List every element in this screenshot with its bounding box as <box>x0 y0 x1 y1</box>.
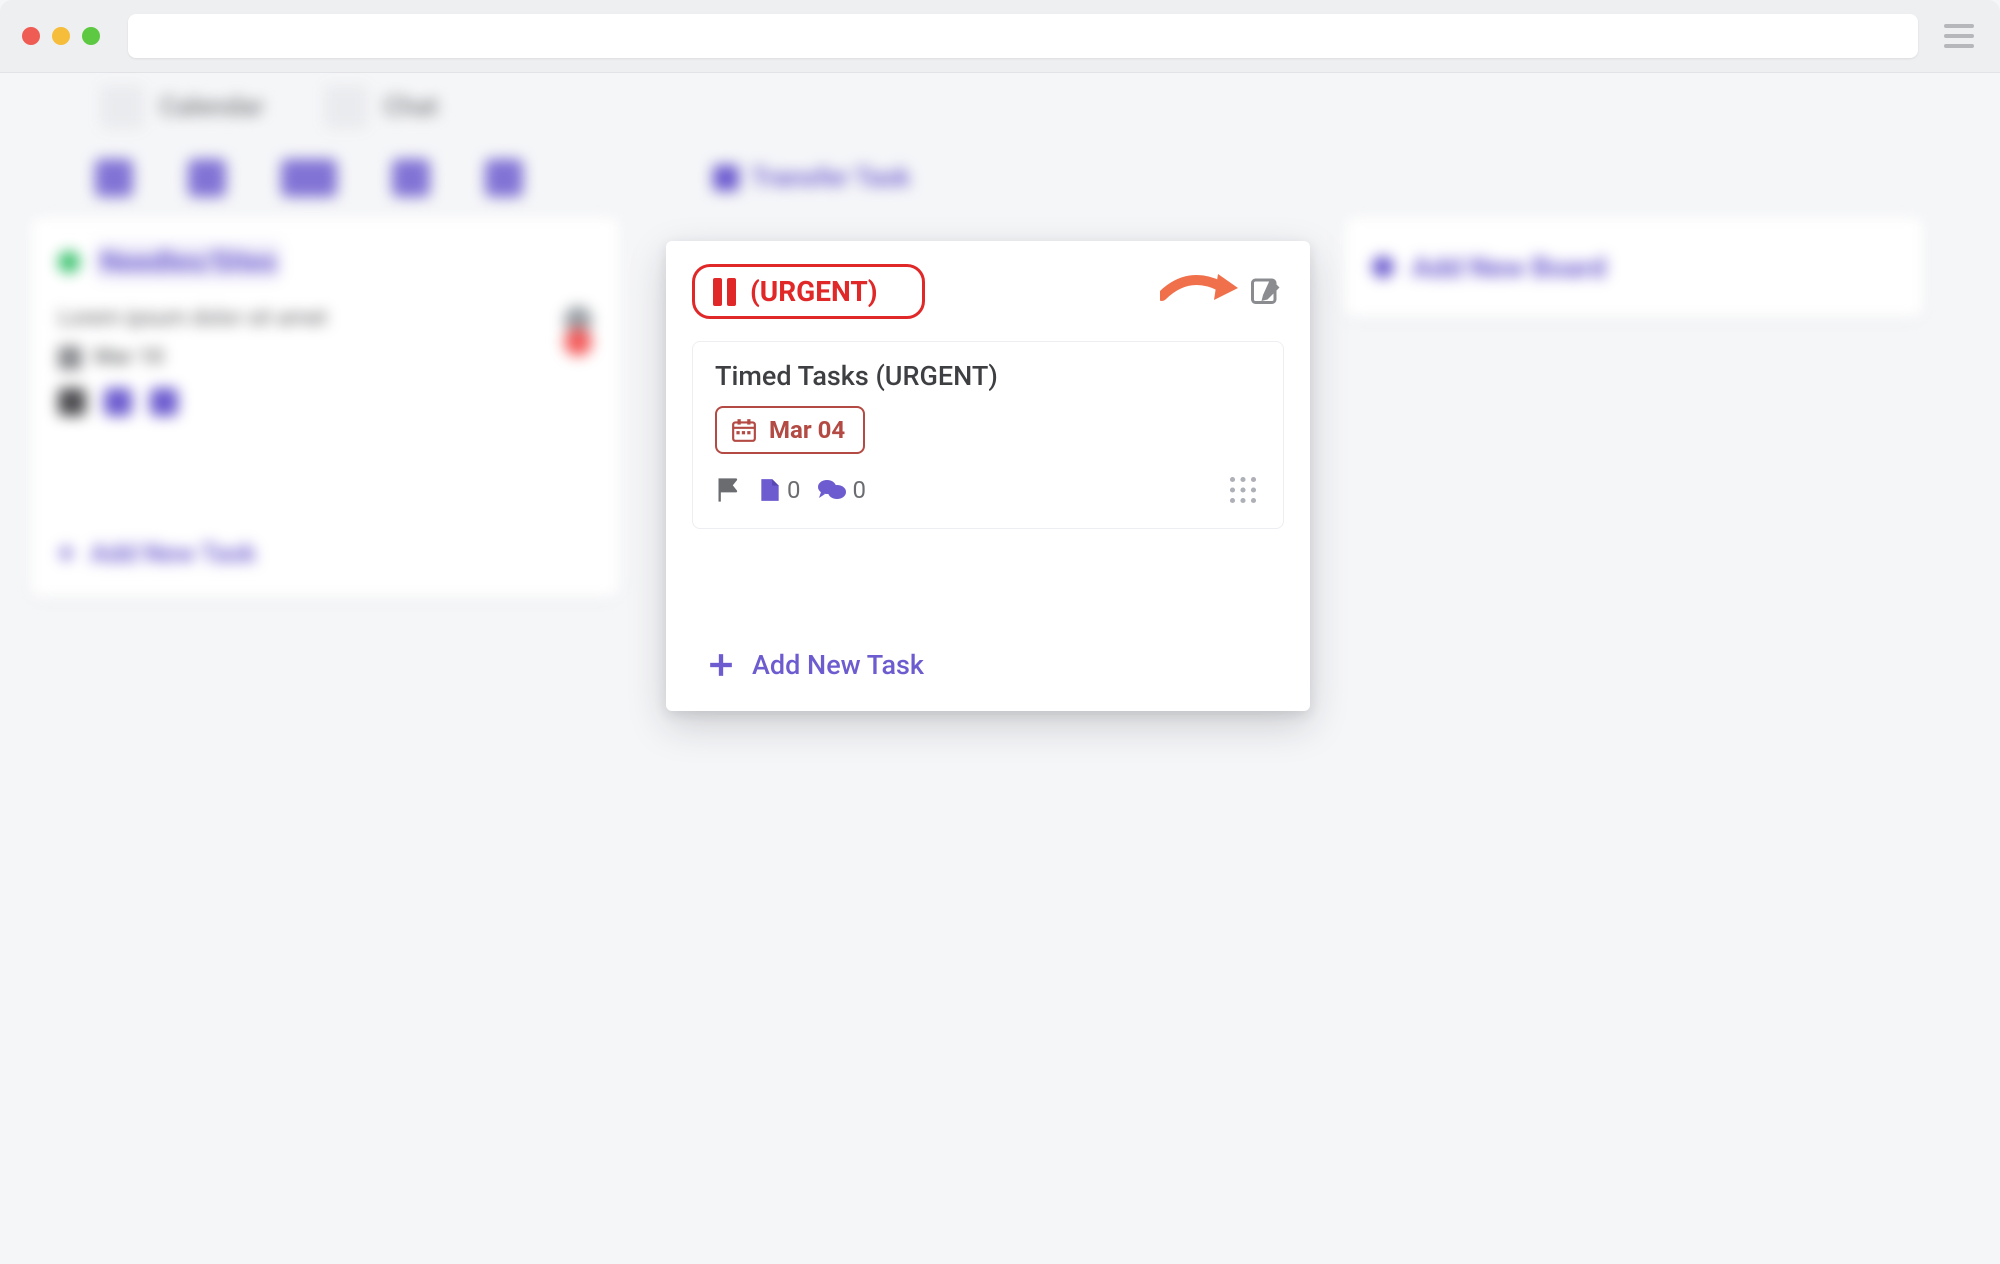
drag-handle[interactable] <box>1225 472 1261 508</box>
edit-icon <box>1248 274 1284 310</box>
board-header-blurred[interactable]: Needles/Sites <box>58 243 592 280</box>
add-new-board-button[interactable]: Add New Board <box>1372 251 1606 284</box>
toolbar-button-3[interactable] <box>281 159 337 197</box>
flag-icon <box>715 476 743 504</box>
plus-circle-icon <box>1372 256 1394 278</box>
hamburger-menu-button[interactable] <box>1940 17 1978 55</box>
comment-icon-blurred <box>150 388 178 416</box>
add-board-label: Add New Board <box>1412 251 1606 284</box>
nav-item-calendar[interactable]: Calendar <box>100 85 264 129</box>
nav-calendar-label: Calendar <box>160 92 264 122</box>
task-text-blurred: Lorem ipsum dolor sit amet <box>58 306 564 331</box>
window-traffic-lights <box>22 27 100 45</box>
nav-chat-label: Chat <box>384 92 438 122</box>
status-dot-icon <box>58 251 80 273</box>
pause-icon <box>713 278 736 306</box>
toolbar-button-2[interactable] <box>188 159 226 197</box>
address-bar[interactable] <box>128 14 1918 58</box>
nav-item-chat[interactable]: Chat <box>324 85 438 129</box>
plus-icon <box>708 652 734 678</box>
task-due-date-label: Mar 04 <box>769 416 845 444</box>
board-title-urgent-label: (URGENT) <box>750 275 878 308</box>
annotation-arrow-icon <box>1160 266 1238 312</box>
window-close-icon[interactable] <box>22 27 40 45</box>
avatar-badge-icon <box>564 328 592 356</box>
board-title-urgent-pill[interactable]: (URGENT) <box>692 264 925 319</box>
toolbar-button-4[interactable] <box>392 159 430 197</box>
transfer-task-label: Transfer Task <box>751 163 910 193</box>
board-column-left: Needles/Sites Lorem ipsum dolor sit amet… <box>30 217 620 597</box>
task-flag-button[interactable] <box>715 476 743 504</box>
add-new-task-label: Add New Task <box>752 649 924 681</box>
board-title-blurred: Needles/Sites <box>96 243 281 280</box>
transfer-icon <box>713 165 739 191</box>
add-new-task-button[interactable]: Add New Task <box>692 649 1284 681</box>
drag-grid-icon <box>1225 472 1261 508</box>
avatar-stack <box>564 306 592 356</box>
task-card[interactable]: Timed Tasks (URGENT) Mar 04 <box>692 341 1284 529</box>
toolbar-button-1[interactable] <box>95 159 133 197</box>
task-comments-button[interactable]: 0 <box>817 476 867 504</box>
browser-chrome <box>0 0 2000 73</box>
task-due-date[interactable]: Mar 04 <box>715 406 865 454</box>
chat-icon <box>324 85 368 129</box>
board-header: (URGENT) <box>692 264 1284 319</box>
task-title: Timed Tasks (URGENT) <box>715 360 1261 392</box>
task-files-button[interactable]: 0 <box>759 476 801 504</box>
file-icon <box>759 477 781 503</box>
comments-icon <box>817 477 847 503</box>
task-files-count: 0 <box>787 476 801 504</box>
toolbar-button-5[interactable] <box>485 159 523 197</box>
calendar-small-icon <box>58 346 82 370</box>
calendar-icon <box>100 85 144 129</box>
plus-icon: + <box>58 536 74 571</box>
flag-icon-blurred <box>58 388 86 416</box>
window-minimize-icon[interactable] <box>52 27 70 45</box>
transfer-task-button[interactable]: Transfer Task <box>713 163 910 193</box>
edit-board-button[interactable] <box>1248 274 1284 310</box>
board-column-right: Add New Board <box>1344 217 1924 317</box>
add-new-task-blurred[interactable]: + Add New Task <box>58 536 592 571</box>
file-icon-blurred <box>104 388 132 416</box>
add-task-label-blurred: Add New Task <box>90 539 256 569</box>
task-comments-count: 0 <box>853 476 867 504</box>
board-column-urgent: (URGENT) Timed Tasks (URGENT) <box>666 241 1310 711</box>
task-date-blurred: Mar 10 <box>94 345 164 370</box>
calendar-icon <box>731 417 757 443</box>
window-maximize-icon[interactable] <box>82 27 100 45</box>
